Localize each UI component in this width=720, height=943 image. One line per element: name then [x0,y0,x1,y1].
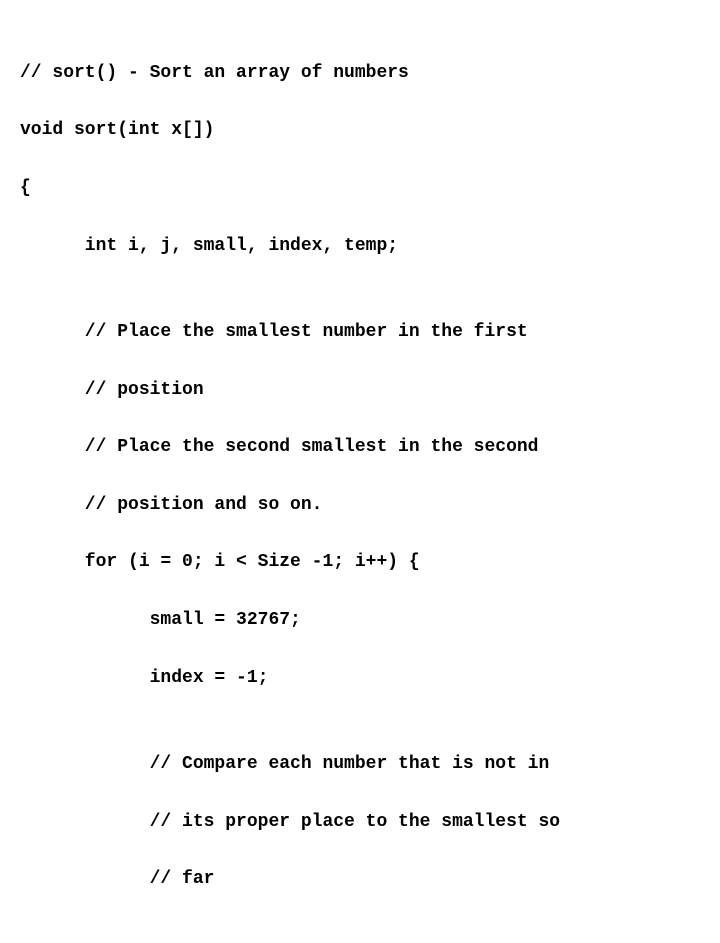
code-line: // Compare each number that is not in [20,750,700,779]
code-line: { [20,174,700,203]
code-line: // Place the second smallest in the seco… [20,433,700,462]
code-line: // position and so on. [20,491,700,520]
code-line: // far [20,865,700,894]
code-line: small = 32767; [20,606,700,635]
code-line: // sort() - Sort an array of numbers [20,59,700,88]
code-line: // Place the smallest number in the firs… [20,318,700,347]
code-line: void sort(int x[]) [20,116,700,145]
code-line: int i, j, small, index, temp; [20,232,700,261]
code-line: // its proper place to the smallest so [20,808,700,837]
code-block: // sort() - Sort an array of numbers voi… [0,0,720,943]
code-line: // position [20,376,700,405]
code-line: for (i = 0; i < Size -1; i++) { [20,548,700,577]
code-line: index = -1; [20,664,700,693]
